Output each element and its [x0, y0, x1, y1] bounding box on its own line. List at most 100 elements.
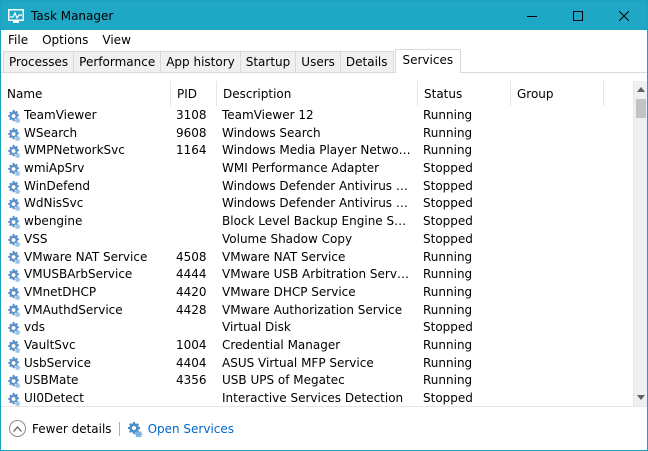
- table-row[interactable]: VMware NAT Service 4508 VMware NAT Service…: [1, 249, 633, 267]
- tab-services[interactable]: Services: [394, 49, 462, 73]
- service-description: Windows Media Player Network Sha...: [222, 143, 412, 158]
- menu-file[interactable]: File: [1, 31, 35, 49]
- minimize-button[interactable]: [509, 1, 555, 30]
- service-description: VMware DHCP Service: [222, 284, 356, 299]
- service-gear-icon: [7, 250, 24, 265]
- service-description: Interactive Services Detection: [222, 391, 404, 405]
- table-row[interactable]: VMAuthdService 4428 VMware Authorization S…: [1, 302, 633, 320]
- tab-details[interactable]: Details: [339, 51, 394, 72]
- service-description: WMI Performance Adapter: [222, 161, 380, 176]
- service-status: Stopped: [423, 391, 473, 405]
- table-row[interactable]: TeamViewer 3108 TeamViewer 12 Running: [1, 107, 633, 125]
- fewer-details-label: Fewer details: [32, 421, 112, 436]
- service-gear-icon: [7, 233, 24, 247]
- tab-app-history[interactable]: App history: [160, 51, 241, 72]
- service-description: Windows Defender Antivirus Networ...: [222, 196, 412, 211]
- column-header-name[interactable]: Name: [1, 81, 171, 106]
- menu-bar: File Options View: [1, 30, 647, 50]
- service-pid: 4356: [176, 373, 207, 388]
- close-icon: [619, 10, 629, 21]
- service-pid: 4508: [176, 249, 207, 264]
- service-name-cell: WMPNetworkSvc: [7, 142, 171, 160]
- service-status: Running: [423, 108, 473, 122]
- service-name: VMware NAT Service: [24, 249, 148, 264]
- service-description: Credential Manager: [222, 337, 341, 352]
- table-row[interactable]: WSearch 9608 Windows Search Running: [1, 125, 633, 143]
- service-pid: 4420: [176, 284, 207, 299]
- service-gear-icon: [7, 374, 24, 389]
- table-row[interactable]: VaultSvc 1004 Credential Manager Running: [1, 337, 633, 355]
- service-name: WinDefend: [24, 178, 90, 193]
- menu-options[interactable]: Options: [35, 31, 95, 49]
- service-gear-icon: [7, 286, 24, 300]
- tab-users[interactable]: Users: [295, 51, 341, 72]
- service-pid: 1004: [176, 337, 207, 352]
- tab-startup[interactable]: Startup: [239, 51, 297, 72]
- service-name-cell: wbengine: [7, 213, 171, 231]
- tab-performance[interactable]: Performance: [73, 51, 162, 72]
- service-name-cell: VMUSBArbService: [7, 266, 171, 284]
- column-header-status[interactable]: Status: [418, 81, 511, 106]
- service-name: VMUSBArbService: [24, 267, 133, 282]
- service-status: Running: [423, 143, 473, 158]
- service-pid: 9608: [176, 125, 207, 140]
- column-header-pid[interactable]: PID: [171, 81, 217, 106]
- service-description: Windows Defender Antivirus Service: [222, 178, 412, 193]
- table-row[interactable]: UsbService 4404 ASUS Virtual MFP Service Ru…: [1, 355, 633, 373]
- service-name-cell: WinDefend: [7, 178, 171, 196]
- open-services-link[interactable]: Open Services: [127, 421, 234, 437]
- services-gear-icon: [127, 421, 142, 437]
- table-row[interactable]: vds Virtual Disk Stopped: [1, 319, 633, 337]
- service-description: VMware USB Arbitration Service: [222, 267, 412, 282]
- service-pid: 4444: [176, 267, 207, 282]
- table-row[interactable]: VMUSBArbService 4444 VMware USB Arbitratio…: [1, 266, 633, 284]
- service-name: wmiApSrv: [24, 161, 85, 176]
- tab-processes[interactable]: Processes: [3, 51, 75, 72]
- table-row[interactable]: wmiApSrv WMI Performance Adapter Stopped: [1, 160, 633, 178]
- service-name: vds: [24, 320, 45, 335]
- table-row[interactable]: VMnetDHCP 4420 VMware DHCP Service Running: [1, 284, 633, 302]
- table-row[interactable]: WMPNetworkSvc 1164 Windows Media Player Ne…: [1, 142, 633, 160]
- table-row[interactable]: USBMate 4356 USB UPS of Megatec Running: [1, 372, 633, 390]
- table-row[interactable]: UI0Detect Interactive Services Detection S…: [1, 390, 633, 406]
- table-row[interactable]: wbengine Block Level Backup Engine Servic…: [1, 213, 633, 231]
- table-row[interactable]: WdNisSvc Windows Defender Antivirus Netwo…: [1, 195, 633, 213]
- service-description: VMware NAT Service: [222, 249, 346, 264]
- service-name: WMPNetworkSvc: [24, 143, 125, 158]
- scrollbar-thumb[interactable]: [636, 99, 646, 118]
- service-name-cell: VMnetDHCP: [7, 284, 171, 302]
- task-manager-window: Task Manager File Options View Processes…: [0, 0, 648, 451]
- chevron-up-icon: [9, 420, 26, 437]
- fewer-details-button[interactable]: Fewer details: [9, 420, 112, 437]
- service-gear-icon: [7, 162, 24, 176]
- tab-strip: Processes Performance App history Startu…: [1, 49, 647, 73]
- scroll-up-icon[interactable]: [634, 81, 647, 98]
- table-row[interactable]: VSS Volume Shadow Copy Stopped: [1, 231, 633, 249]
- service-gear-icon: [7, 144, 24, 159]
- service-name: UsbService: [24, 355, 92, 370]
- service-name-cell: WSearch: [7, 125, 171, 143]
- service-status: Stopped: [423, 320, 473, 335]
- close-button[interactable]: [601, 1, 647, 30]
- service-status: Running: [423, 302, 473, 317]
- service-status: Running: [423, 249, 473, 264]
- service-status: Stopped: [423, 178, 473, 193]
- service-gear-icon: [7, 109, 24, 123]
- table-row[interactable]: WinDefend Windows Defender Antivirus Serv…: [1, 178, 633, 196]
- title-bar[interactable]: Task Manager: [1, 1, 647, 30]
- service-name: wbengine: [24, 214, 83, 229]
- services-table: Name PID Description Status Group ⌃ Team…: [1, 81, 647, 406]
- service-name-cell: VMAuthdService: [7, 302, 171, 320]
- menu-view[interactable]: View: [95, 31, 137, 49]
- service-name: UI0Detect: [24, 391, 84, 405]
- vertical-scrollbar[interactable]: [633, 81, 647, 406]
- service-description: Volume Shadow Copy: [222, 231, 353, 246]
- service-name: WdNisSvc: [24, 196, 84, 211]
- service-gear-icon: [7, 197, 24, 212]
- service-status: Stopped: [423, 161, 473, 176]
- column-header-description[interactable]: Description: [217, 81, 418, 106]
- service-gear-icon: [7, 356, 24, 371]
- maximize-button[interactable]: [555, 1, 601, 30]
- service-name-cell: VSS: [7, 231, 171, 249]
- scroll-down-icon[interactable]: [634, 389, 647, 406]
